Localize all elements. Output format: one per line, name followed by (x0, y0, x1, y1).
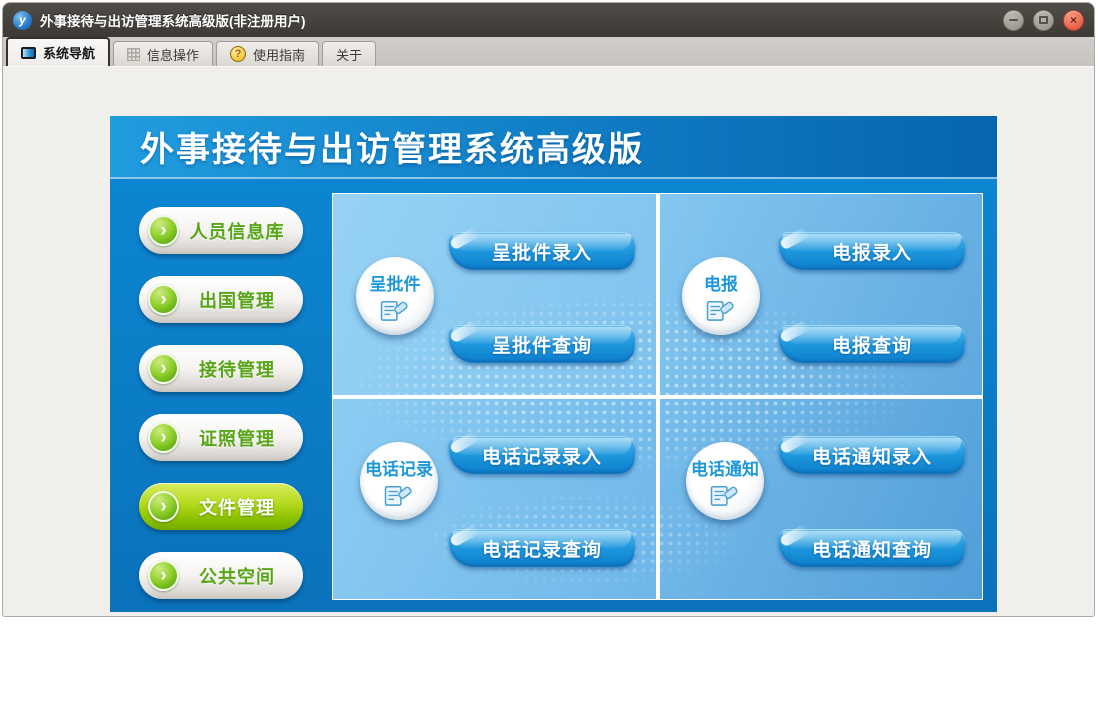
phone-records-badge: 电话记录 (360, 442, 438, 520)
sidebar-item-label: 公共空间 (199, 566, 275, 587)
tab-label: 信息操作 (147, 47, 200, 63)
document-pen-icon (384, 486, 412, 506)
button-label: 电报录入 (831, 242, 913, 264)
close-button[interactable]: × (1063, 9, 1084, 31)
quadrant-phone-notifications: 电话通知 电话通知录入 电话通知查询 (659, 398, 982, 599)
badge-label: 电报 (704, 275, 738, 294)
chevron-icon: › (148, 560, 179, 591)
panel-body: › 人员信息库 › 出国管理 › 接待管理 › 证照管理 › 文件管理 › 公共… (110, 181, 997, 612)
telegram-badge: 电报 (682, 257, 760, 335)
window-controls: × (1003, 9, 1084, 31)
screen-icon (21, 46, 36, 59)
approval-entry-button[interactable]: 呈批件录入 (448, 231, 636, 270)
tab-user-guide[interactable]: ? 使用指南 (216, 41, 320, 66)
button-label: 电话记录查询 (481, 539, 603, 561)
chevron-icon: › (148, 491, 179, 522)
tab-label: 使用指南 (253, 47, 306, 63)
document-pen-icon (710, 486, 738, 506)
phone-notifications-badge: 电话通知 (686, 442, 764, 520)
minimize-button[interactable] (1003, 9, 1024, 31)
phone-notification-query-button[interactable]: 电话通知查询 (778, 528, 966, 567)
button-label: 电报查询 (831, 335, 913, 357)
tab-label: 系统导航 (43, 46, 96, 61)
badge-label: 呈批件 (369, 275, 421, 294)
minimize-icon (1009, 19, 1018, 21)
sidebar-item-license-management[interactable]: › 证照管理 (139, 414, 303, 461)
maximize-button[interactable] (1033, 9, 1054, 31)
main-panel: 外事接待与出访管理系统高级版 › 人员信息库 › 出国管理 › 接待管理 › 证… (110, 116, 997, 612)
title-bar: y 外事接待与出访管理系统高级版(非注册用户) × (3, 3, 1094, 37)
content-area: 外事接待与出访管理系统高级版 › 人员信息库 › 出国管理 › 接待管理 › 证… (3, 67, 1094, 616)
sidebar-item-personnel-database[interactable]: › 人员信息库 (139, 207, 303, 254)
approval-query-button[interactable]: 呈批件查询 (448, 324, 636, 363)
badge-label: 电话记录 (365, 460, 433, 479)
telegram-entry-button[interactable]: 电报录入 (778, 231, 966, 270)
phone-record-query-button[interactable]: 电话记录查询 (448, 528, 636, 567)
button-label: 电话记录录入 (481, 446, 603, 468)
app-logo-icon: y (13, 10, 32, 30)
quadrant-telegram: 电报 电报录入 电报查询 (659, 194, 982, 395)
banner: 外事接待与出访管理系统高级版 (110, 116, 997, 179)
tab-label: 关于 (336, 47, 363, 63)
phone-notification-entry-button[interactable]: 电话通知录入 (778, 435, 966, 474)
button-label: 呈批件录入 (491, 242, 593, 264)
maximize-icon (1039, 16, 1048, 24)
tab-bar: 系统导航 信息操作 ? 使用指南 关于 (3, 37, 1094, 67)
tab-about[interactable]: 关于 (322, 41, 377, 66)
app-window: y 外事接待与出访管理系统高级版(非注册用户) × 系统导航 信息操作 ? 使用… (2, 2, 1095, 617)
sidebar-item-label: 人员信息库 (189, 221, 285, 242)
chevron-icon: › (148, 353, 179, 384)
sidebar-item-label: 出国管理 (199, 290, 275, 311)
document-pen-icon (380, 301, 408, 321)
approval-documents-badge: 呈批件 (356, 257, 434, 335)
grid-icon (127, 47, 141, 61)
phone-record-entry-button[interactable]: 电话记录录入 (448, 435, 636, 474)
sidebar-item-abroad-management[interactable]: › 出国管理 (139, 276, 303, 323)
quadrant-phone-records: 电话记录 电话记录录入 电话记录查询 (333, 398, 656, 599)
tab-information-operations[interactable]: 信息操作 (113, 41, 214, 66)
button-label: 呈批件查询 (491, 335, 593, 357)
sidebar: › 人员信息库 › 出国管理 › 接待管理 › 证照管理 › 文件管理 › 公共… (110, 181, 332, 612)
sidebar-item-label: 接待管理 (199, 359, 275, 380)
horizontal-divider (333, 396, 982, 399)
sidebar-item-label: 文件管理 (199, 497, 275, 518)
telegram-query-button[interactable]: 电报查询 (778, 324, 966, 363)
window-title: 外事接待与出访管理系统高级版(非注册用户) (40, 14, 306, 29)
chevron-icon: › (148, 284, 179, 315)
button-label: 电话通知查询 (811, 539, 933, 561)
chevron-icon: › (148, 215, 179, 246)
sidebar-item-file-management[interactable]: › 文件管理 (139, 483, 303, 530)
help-icon: ? (230, 46, 247, 62)
banner-title: 外事接待与出访管理系统高级版 (140, 131, 644, 169)
tab-system-navigation[interactable]: 系统导航 (6, 37, 111, 66)
document-pen-icon (706, 301, 734, 321)
sidebar-item-reception-management[interactable]: › 接待管理 (139, 345, 303, 392)
button-label: 电话通知录入 (811, 446, 933, 468)
sidebar-item-public-space[interactable]: › 公共空间 (139, 552, 303, 599)
badge-label: 电话通知 (691, 460, 759, 479)
quadrant-approval-documents: 呈批件 呈批件录入 呈批件查询 (333, 194, 656, 395)
sidebar-item-label: 证照管理 (199, 428, 275, 449)
close-icon: × (1069, 13, 1077, 27)
quadrant-area: 呈批件 呈批件录入 呈批件查询 电报 电报录入 电报查询 电话记录 电话记录录入… (332, 193, 983, 600)
chevron-icon: › (148, 422, 179, 453)
